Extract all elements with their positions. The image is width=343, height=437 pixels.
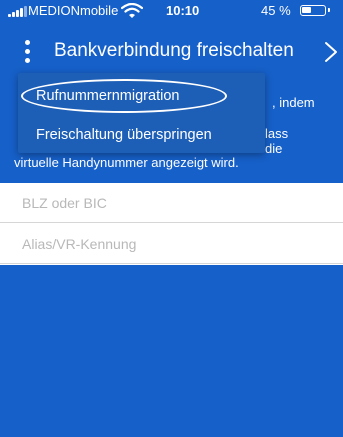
intro-fragment: , indem: [272, 95, 315, 110]
wifi-icon: [121, 3, 143, 18]
alias-field-row: [0, 224, 343, 264]
menu-item-rufnummernmigration[interactable]: Rufnummernmigration: [36, 88, 179, 104]
blz-field-row: [0, 183, 343, 223]
status-bar: MEDIONmobile 10:10 45 %: [0, 0, 343, 22]
alias-input[interactable]: [20, 234, 324, 253]
bank-form: [0, 183, 343, 265]
overflow-menu: Rufnummernmigration Freischaltung übersp…: [18, 73, 265, 153]
clock-time: 10:10: [166, 3, 200, 18]
more-vertical-icon[interactable]: [22, 39, 34, 65]
intro-fragment: die: [265, 141, 283, 156]
intro-fragment: virtuelle Handynummer angezeigt wird.: [14, 155, 239, 170]
battery-percentage: 45 %: [261, 3, 291, 18]
chevron-right-icon[interactable]: [322, 41, 340, 63]
page-title: Bankverbindung freischalten: [54, 40, 294, 61]
carrier-name: MEDIONmobile: [28, 3, 119, 18]
signal-icon: [8, 6, 27, 17]
menu-item-freischaltung-ueberspringen[interactable]: Freischaltung überspringen: [36, 127, 212, 143]
battery-icon: [300, 5, 330, 16]
navigation-bar: Bankverbindung freischalten: [0, 30, 343, 74]
blz-input[interactable]: [20, 193, 324, 212]
